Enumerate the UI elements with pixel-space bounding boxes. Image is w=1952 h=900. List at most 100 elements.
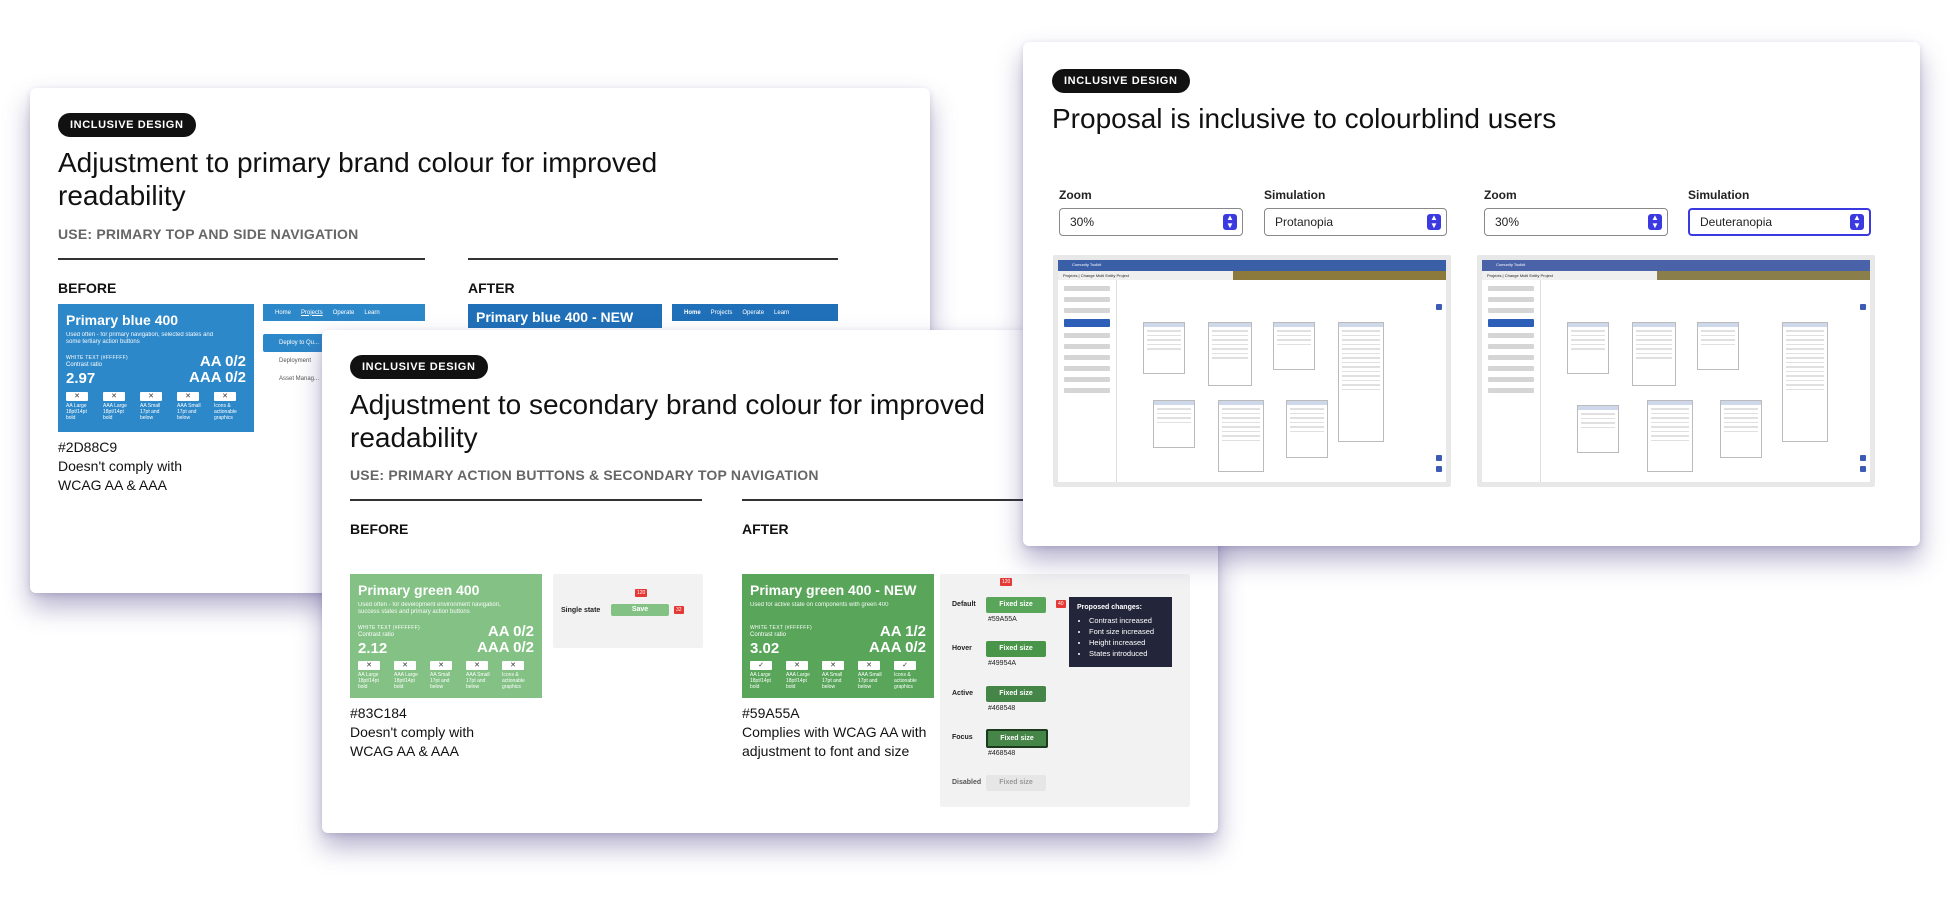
- preview-project-title: Projects | Change Multi Entity Project: [1487, 273, 1553, 278]
- preview-fab: [1436, 466, 1442, 472]
- protanopia-preview: Comunity Toolkit Projects | Change Multi…: [1053, 255, 1451, 487]
- check-item: ✕ AAA Small 17pt and below: [177, 392, 203, 421]
- primary-green-400-swatch: Primary green 400 Used often - for devel…: [350, 574, 542, 698]
- contrast-ratio-value: 3.02: [750, 640, 780, 657]
- preview-table: [1647, 400, 1693, 472]
- select-arrows-icon: ▲ ▼: [1427, 214, 1441, 230]
- check-item: ✕ Icons & actionable graphics: [214, 392, 240, 421]
- simulation-value: Deuteranopia: [1700, 215, 1773, 229]
- simulation-select-right[interactable]: Deuteranopia ▲ ▼: [1688, 208, 1871, 236]
- swatch-description: Used often - for primary navigation, sel…: [66, 332, 214, 345]
- check-icon: ✓: [750, 661, 772, 670]
- simulation-select-left[interactable]: Protanopia ▲ ▼: [1264, 208, 1447, 236]
- height-tag: 32: [674, 606, 684, 614]
- cross-icon: ✕: [466, 661, 488, 670]
- check-item: ✕ AA Small 17pt and below: [430, 661, 456, 690]
- check-item: ✕ AA Large 18pt/14pt bold: [66, 392, 92, 421]
- preview-side-item: [1064, 297, 1110, 302]
- check-label: Icons & actionable graphics: [894, 672, 917, 690]
- after-heading: AFTER: [742, 521, 789, 537]
- width-tag: 120: [635, 589, 648, 597]
- check-label: AAA Large 18pt/14pt bold: [394, 672, 418, 690]
- preview-sidebar: [1482, 280, 1541, 482]
- simulation-label: Simulation: [1264, 188, 1326, 202]
- preview-side-item: [1064, 388, 1110, 393]
- cross-icon: ✕: [822, 661, 844, 670]
- nav-operate[interactable]: Operate: [333, 310, 355, 316]
- check-item: ✕ AAA Large 18pt/14pt bold: [786, 661, 812, 690]
- check-item: ✕ AAA Large 18pt/14pt bold: [394, 661, 420, 690]
- before-heading: BEFORE: [350, 521, 409, 537]
- state-hex: #468548: [988, 705, 1016, 712]
- fixed-size-button-default[interactable]: Fixed size: [986, 597, 1046, 613]
- after-heading: AFTER: [468, 280, 515, 296]
- primary-blue-400-new-swatch: Primary blue 400 - NEW: [468, 304, 662, 328]
- preview-side-item: [1488, 366, 1534, 371]
- check-item: ✓ AA Large 18pt/14pt bold: [750, 661, 776, 690]
- save-button[interactable]: Save: [611, 604, 669, 616]
- width-tag: 120: [1000, 578, 1013, 586]
- primary-blue-400-swatch: Primary blue 400 Used often - for primar…: [58, 304, 254, 432]
- preview-app: Comunity Toolkit Projects | Change Multi…: [1058, 260, 1446, 482]
- check-item: ✕ AA Large 18pt/14pt bold: [358, 661, 384, 690]
- check-label: AA Small 17pt and below: [822, 672, 843, 690]
- cross-icon: ✕: [394, 661, 416, 670]
- preview-fab: [1436, 304, 1442, 310]
- preview-table: [1208, 322, 1252, 386]
- fixed-size-button-disabled[interactable]: Fixed size: [986, 775, 1046, 791]
- cross-icon: ✕: [214, 392, 236, 401]
- nav-projects[interactable]: Projects: [711, 310, 733, 316]
- nav-operate[interactable]: Operate: [742, 310, 764, 316]
- change-item: Height increased: [1089, 637, 1164, 648]
- card-colourblind: INCLUSIVE DESIGN Proposal is inclusive t…: [1023, 42, 1920, 546]
- proposed-changes-panel: Proposed changes: Contrast increased Fon…: [1069, 597, 1172, 667]
- nav-home[interactable]: Home: [275, 310, 291, 316]
- fixed-size-button-hover[interactable]: Fixed size: [986, 641, 1046, 657]
- check-icon: ✓: [894, 661, 916, 670]
- preview-side-item: [1064, 377, 1110, 382]
- cross-icon: ✕: [358, 661, 380, 670]
- check-label: AA Small 17pt and below: [430, 672, 451, 690]
- cross-icon: ✕: [786, 661, 808, 670]
- check-label: Icons & actionable graphics: [502, 672, 525, 690]
- preview-side-item: [1488, 377, 1534, 382]
- card-title: Adjustment to secondary brand colour for…: [350, 389, 985, 453]
- check-item: ✕ Icons & actionable graphics: [502, 661, 528, 690]
- change-item: States introduced: [1089, 648, 1164, 659]
- preview-fab: [1860, 466, 1866, 472]
- preview-project-title: Projects | Change Multi Entity Project: [1063, 273, 1129, 278]
- preview-sidebar: [1058, 280, 1117, 482]
- preview-top-nav: Comunity Toolkit: [1482, 260, 1870, 271]
- fixed-size-button-focus[interactable]: Fixed size: [986, 729, 1048, 748]
- preview-side-item: [1064, 366, 1110, 371]
- check-item: ✕ AA Small 17pt and below: [822, 661, 848, 690]
- preview-top-nav: Comunity Toolkit: [1058, 260, 1446, 271]
- cross-icon: ✕: [430, 661, 452, 670]
- zoom-select-right[interactable]: 30% ▲ ▼: [1484, 208, 1668, 236]
- check-label: Icons & actionable graphics: [214, 403, 237, 421]
- nav-home[interactable]: Home: [684, 310, 701, 316]
- nav-learn[interactable]: Learn: [364, 310, 379, 316]
- contrast-ratio-label: Contrast ratio: [750, 632, 787, 638]
- compliance-checks: ✕ AA Large 18pt/14pt bold ✕ AAA Large 18pt…: [66, 392, 240, 421]
- usage-label: USE: PRIMARY ACTION BUTTONS & SECONDARY …: [350, 467, 819, 483]
- preview-table: [1577, 405, 1619, 453]
- nav-projects[interactable]: Projects: [301, 310, 323, 316]
- select-arrows-icon: ▲ ▼: [1648, 214, 1662, 230]
- nav-mockup-before: Home Projects Operate Learn: [263, 304, 425, 321]
- nav-learn[interactable]: Learn: [774, 310, 789, 316]
- state-hex: #49954A: [988, 660, 1017, 667]
- nav-mockup-after: Home Projects Operate Learn: [672, 304, 838, 321]
- proposed-changes-title: Proposed changes:: [1077, 604, 1142, 611]
- preview-olive-bar: [1232, 271, 1446, 280]
- preview-side-item-active: [1064, 319, 1110, 327]
- fixed-size-button-active[interactable]: Fixed size: [986, 686, 1046, 702]
- state-hex: #59A55A: [988, 616, 1017, 623]
- deuteranopia-preview: Comunity Toolkit Projects | Change Multi…: [1477, 255, 1875, 487]
- preview-table: [1273, 322, 1315, 370]
- state-label-default: Default: [952, 601, 976, 608]
- preview-fab: [1860, 455, 1866, 461]
- zoom-select-left[interactable]: 30% ▲ ▼: [1059, 208, 1243, 236]
- aa-score: AA 0/2 AAA 0/2: [477, 624, 534, 656]
- aaa-score-text: AAA 0/2: [189, 369, 246, 386]
